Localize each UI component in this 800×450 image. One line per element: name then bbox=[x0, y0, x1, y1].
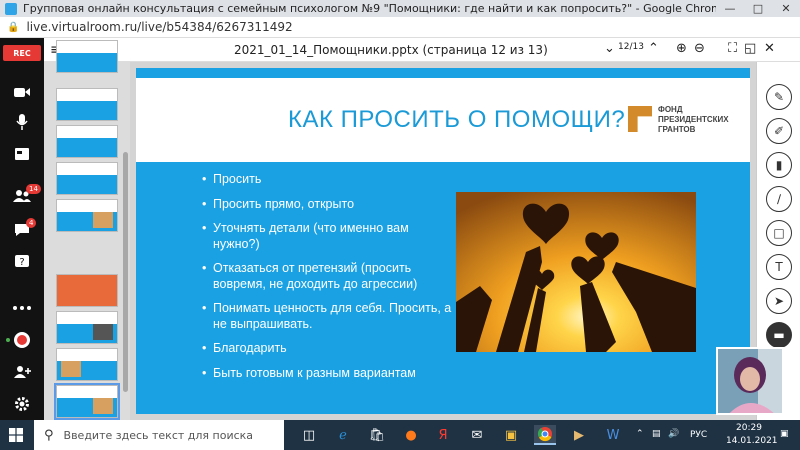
slide-thumbnail[interactable] bbox=[56, 311, 118, 344]
page-indicator[interactable]: 12/13 bbox=[618, 42, 644, 52]
highlighter-icon[interactable]: ▮ bbox=[766, 152, 792, 178]
rectangle-tool-icon[interactable]: □ bbox=[766, 220, 792, 246]
windows-start-icon[interactable] bbox=[0, 420, 32, 450]
volume-icon[interactable]: 🔊 bbox=[668, 429, 679, 439]
online-status-dot bbox=[6, 338, 10, 342]
slide-thumbnail-current[interactable] bbox=[54, 383, 120, 420]
site-favicon-icon bbox=[5, 2, 17, 15]
address-bar[interactable]: 🔒 live.virtualroom.ru/live/b54384/626731… bbox=[0, 17, 800, 38]
url-text: live.virtualroom.ru/live/b54384/62673114… bbox=[26, 20, 293, 34]
firefox-icon[interactable]: ● bbox=[400, 425, 422, 445]
bullet-item: Понимать ценность для себя. Просить, а н… bbox=[202, 301, 452, 332]
clock-time[interactable]: 20:29 bbox=[736, 423, 762, 433]
add-user-icon[interactable] bbox=[12, 362, 32, 382]
pdf-toolbar: ≡ 1 2021_01_14_Помощники.pptx (страница … bbox=[44, 38, 800, 62]
rotate-icon[interactable]: ◱ bbox=[744, 41, 756, 56]
slide-thumbnail[interactable] bbox=[56, 88, 118, 121]
chevron-up-icon[interactable]: ⌃ bbox=[648, 41, 659, 56]
media-player-icon[interactable]: ▶ bbox=[568, 425, 590, 445]
fit-page-icon[interactable]: ⛶ bbox=[728, 41, 737, 56]
pointer-tool-icon[interactable]: ➤ bbox=[766, 288, 792, 314]
close-document-icon[interactable]: ✕ bbox=[764, 41, 775, 56]
edge-icon[interactable]: ℯ bbox=[332, 425, 354, 445]
bullet-item: Отказаться от претензий (просить вовремя… bbox=[202, 261, 452, 292]
bullet-item: Просить прямо, открыто bbox=[202, 197, 452, 213]
bullet-item: Уточнять детали (что именно вам нужно?) bbox=[202, 221, 452, 252]
lock-icon: 🔒 bbox=[7, 21, 20, 33]
slide-thumbnail[interactable] bbox=[56, 199, 118, 232]
question-icon[interactable]: ? bbox=[12, 252, 32, 272]
chat-count-badge: 4 bbox=[26, 218, 37, 228]
bullet-list: Просить Просить прямо, открыто Уточнять … bbox=[202, 172, 452, 390]
chrome-titlebar: Групповая онлайн консультация с семейным… bbox=[0, 0, 800, 17]
thumbnails-pane bbox=[44, 40, 604, 420]
presidential-grants-logo: ФОНД ПРЕЗИДЕНТСКИХ ГРАНТОВ bbox=[628, 102, 748, 138]
settings-gear-icon[interactable] bbox=[12, 394, 32, 414]
text-tool-icon[interactable]: T bbox=[766, 254, 792, 280]
network-icon[interactable]: ▤ bbox=[652, 429, 661, 439]
screen-share-icon[interactable] bbox=[12, 144, 32, 164]
brush-icon[interactable]: ✐ bbox=[766, 118, 792, 144]
yandex-browser-icon[interactable]: Я bbox=[432, 425, 454, 445]
clock-date[interactable]: 14.01.2021 bbox=[726, 436, 778, 446]
more-options-icon[interactable] bbox=[12, 298, 32, 318]
search-placeholder: Введите здесь текст для поиска bbox=[63, 428, 254, 442]
slide: КАК ПРОСИТЬ О ПОМОЩИ? ФОНД ПРЕЗИДЕНТСКИХ… bbox=[136, 68, 750, 414]
app-sidebar: REC 14 4 ? bbox=[0, 38, 44, 420]
slide-viewer: КАК ПРОСИТЬ О ПОМОЩИ? ФОНД ПРЕЗИДЕНТСКИХ… bbox=[130, 62, 756, 420]
record-button-icon[interactable] bbox=[12, 330, 32, 350]
logo-text: ФОНД ПРЕЗИДЕНТСКИХ ГРАНТОВ bbox=[658, 105, 729, 134]
line-tool-icon[interactable]: ∕ bbox=[766, 186, 792, 212]
slide-thumbnail[interactable] bbox=[56, 274, 118, 307]
bullet-item: Просить bbox=[202, 172, 452, 188]
maximize-button[interactable]: □ bbox=[744, 0, 772, 17]
store-icon[interactable]: 🛍 bbox=[366, 425, 388, 445]
windows-taskbar: ⚲ Введите здесь текст для поиска ◫ ℯ 🛍 ●… bbox=[0, 420, 800, 450]
participants-count-badge: 14 bbox=[26, 184, 41, 194]
search-icon: ⚲ bbox=[44, 427, 54, 443]
document-filename: 2021_01_14_Помощники.pptx (страница 12 и… bbox=[234, 43, 548, 57]
mail-icon[interactable]: ✉ bbox=[466, 425, 488, 445]
hearts-sunset-photo bbox=[456, 192, 696, 352]
zoom-in-icon[interactable]: ⊕ bbox=[676, 41, 687, 56]
chrome-icon[interactable] bbox=[534, 425, 556, 445]
bullet-item: Быть готовым к разным вариантам bbox=[202, 366, 452, 382]
slide-thumbnail[interactable] bbox=[56, 162, 118, 195]
language-indicator[interactable]: РУС bbox=[690, 430, 707, 440]
pen-icon[interactable]: ✎ bbox=[766, 84, 792, 110]
logo-mark bbox=[628, 106, 652, 132]
minimize-button[interactable]: — bbox=[716, 0, 744, 17]
rec-indicator[interactable]: REC bbox=[3, 45, 41, 61]
task-view-icon[interactable]: ◫ bbox=[298, 425, 320, 445]
taskbar-search-box[interactable]: ⚲ Введите здесь текст для поиска bbox=[34, 420, 284, 450]
zoom-out-icon[interactable]: ⊖ bbox=[694, 41, 705, 56]
close-window-button[interactable]: ✕ bbox=[772, 0, 800, 17]
word-icon[interactable]: W bbox=[602, 425, 624, 445]
svg-text:?: ? bbox=[19, 257, 24, 268]
tray-chevron-icon[interactable]: ⌃ bbox=[636, 429, 644, 439]
slide-heading: КАК ПРОСИТЬ О ПОМОЩИ? bbox=[288, 106, 626, 133]
chevron-down-icon[interactable]: ⌄ bbox=[604, 41, 615, 56]
camera-icon[interactable] bbox=[12, 82, 32, 102]
bullet-item: Благодарить bbox=[202, 341, 452, 357]
thumbnails-scrollbar[interactable] bbox=[123, 152, 128, 392]
notifications-icon[interactable]: ▣ bbox=[780, 429, 789, 439]
window-title: Групповая онлайн консультация с семейным… bbox=[23, 2, 716, 15]
file-explorer-icon[interactable]: ▣ bbox=[500, 425, 522, 445]
slide-thumbnail[interactable] bbox=[56, 125, 118, 158]
microphone-icon[interactable] bbox=[12, 112, 32, 132]
slide-thumbnail[interactable] bbox=[56, 348, 118, 381]
slide-top-stripe bbox=[136, 68, 750, 78]
webcam-preview[interactable] bbox=[716, 347, 784, 415]
slide-thumbnail[interactable] bbox=[56, 40, 118, 73]
eraser-icon[interactable]: ▬ bbox=[766, 322, 792, 348]
